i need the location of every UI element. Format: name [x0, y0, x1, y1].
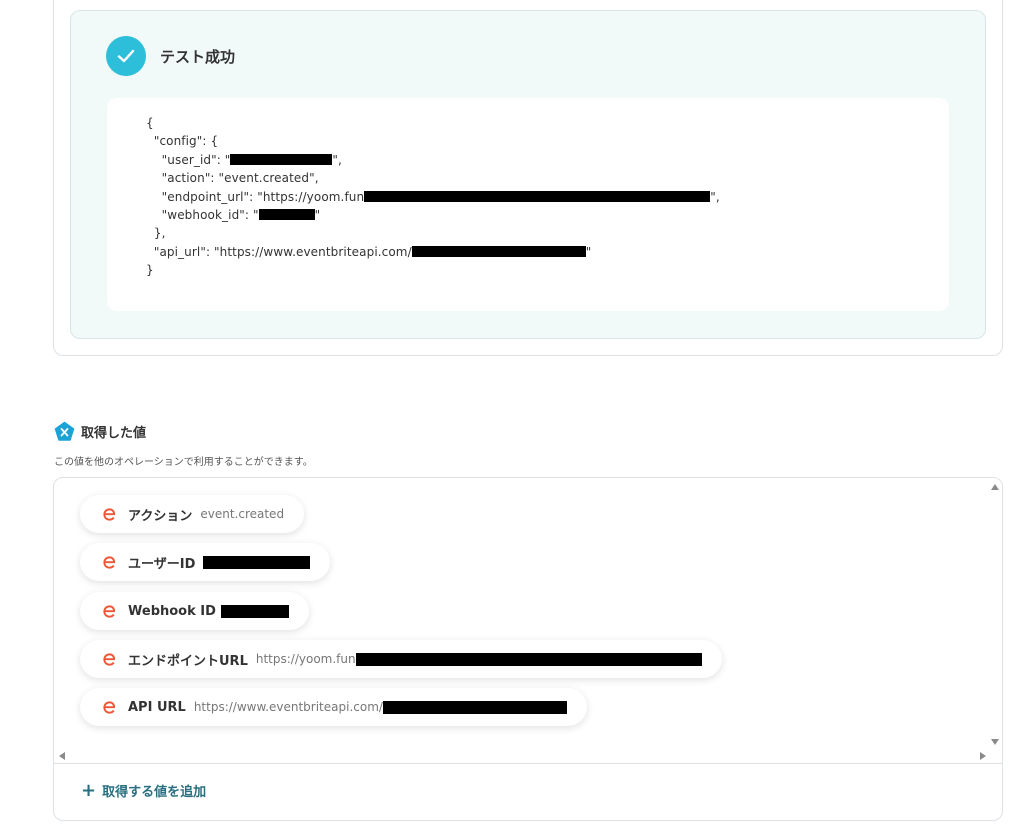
value-chip-user-id[interactable]: ユーザーID — [80, 543, 331, 581]
redacted-block — [203, 555, 311, 569]
redacted-block — [411, 245, 586, 257]
eventbrite-icon — [103, 507, 116, 521]
add-value-button[interactable]: + 取得する値を追加 — [81, 781, 206, 800]
variable-icon — [54, 421, 75, 441]
success-title: テスト成功 — [160, 47, 236, 66]
plus-icon: + — [81, 779, 97, 801]
eventbrite-icon — [103, 652, 116, 666]
horizontal-scrollbar[interactable] — [54, 749, 991, 763]
value-chip-api-url[interactable]: API URL https://www.eventbriteapi.com/ — [80, 688, 587, 726]
scroll-right-icon[interactable] — [980, 752, 986, 760]
value-chip-endpoint-url[interactable]: エンドポイントURL https://yoom.fun — [80, 640, 722, 678]
redacted-block — [258, 209, 315, 221]
success-header: テスト成功 — [106, 36, 235, 76]
json-output: { "config": { "user_id": " ", "action": "… — [146, 116, 720, 278]
vertical-scrollbar[interactable] — [989, 478, 1002, 749]
redacted-block — [364, 190, 711, 202]
values-list: アクション event.created ユーザーID Webhook ID エン… — [54, 478, 991, 749]
redacted-block — [355, 652, 702, 666]
acquired-values-heading: 取得した値 — [54, 421, 146, 442]
acquired-values-description: この値を他のオペレーションで利用することができます。 — [54, 457, 313, 468]
divider — [54, 763, 1002, 764]
scroll-up-icon[interactable] — [991, 484, 999, 490]
redacted-block — [382, 700, 567, 714]
redacted-block — [230, 153, 333, 165]
scroll-left-icon[interactable] — [59, 752, 65, 760]
redacted-block — [220, 604, 289, 618]
scroll-down-icon[interactable] — [991, 739, 999, 745]
eventbrite-icon — [103, 604, 116, 618]
check-icon — [106, 36, 146, 76]
eventbrite-icon — [103, 555, 116, 569]
value-chip-webhook-id[interactable]: Webhook ID — [80, 592, 309, 630]
acquired-values-box: アクション event.created ユーザーID Webhook ID エン… — [53, 477, 1003, 821]
eventbrite-icon — [103, 700, 116, 714]
value-chip-action[interactable]: アクション event.created — [80, 495, 305, 533]
